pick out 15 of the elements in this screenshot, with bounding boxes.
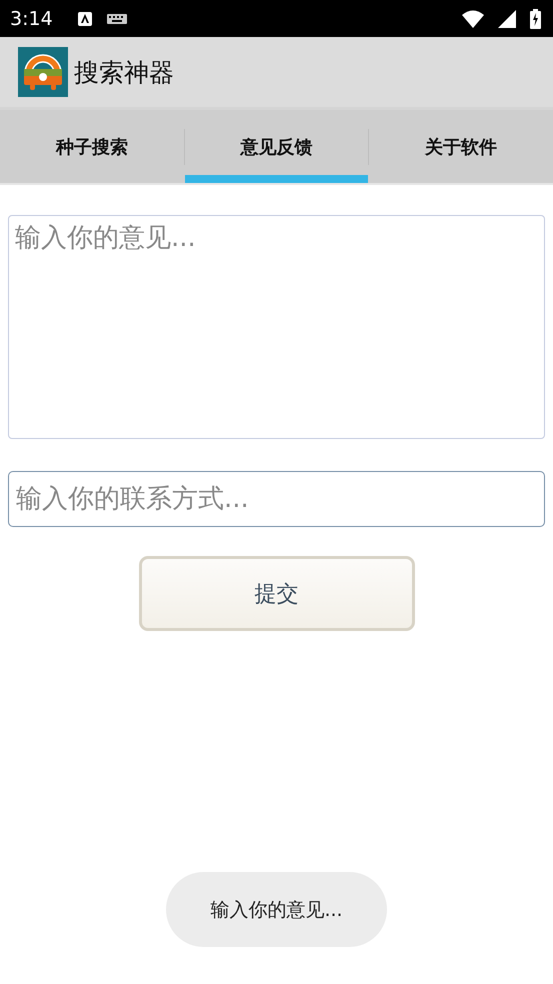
contact-field[interactable]: 输入你的联系方式...: [8, 471, 545, 527]
tab[interactable]: 种子搜索: [0, 110, 184, 183]
signal-icon: [498, 10, 516, 28]
keyboard-icon: [106, 12, 127, 24]
notification-icon: [76, 10, 93, 26]
submit-button[interactable]: 提交: [138, 556, 414, 631]
tab[interactable]: 关于软件: [369, 110, 553, 183]
app-title: 搜索神器: [74, 56, 174, 88]
battery-icon: [530, 8, 541, 28]
feedback-field[interactable]: 输入你的意见...: [8, 215, 545, 439]
status-time: 3:14: [10, 8, 53, 30]
tab[interactable]: 意见反馈: [184, 110, 368, 183]
toast-message: 输入你的意见...: [166, 872, 387, 947]
app-logo-icon: [18, 47, 68, 97]
wifi-icon: [462, 10, 484, 28]
